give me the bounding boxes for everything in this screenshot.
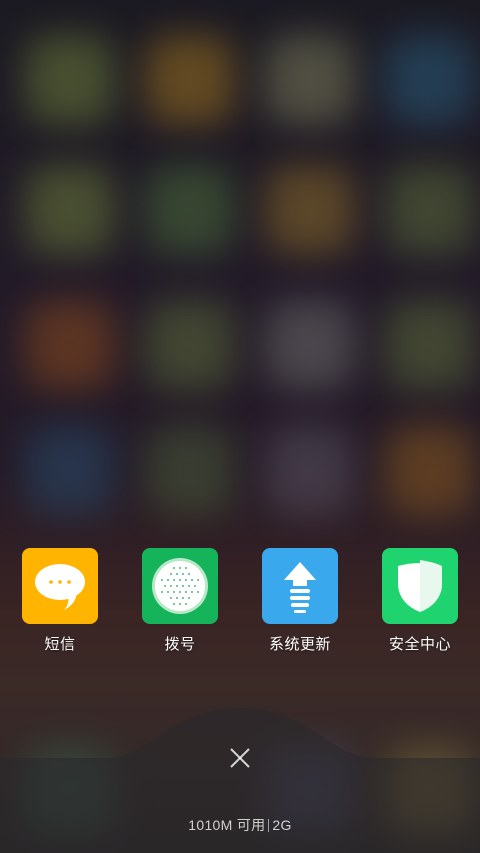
recent-apps-row: 短信 拨号 系统更新 安全中心 — [0, 548, 480, 658]
security-app-icon[interactable] — [382, 548, 458, 624]
security-app-label: 安全中心 — [388, 635, 451, 653]
dialer-app-label: 拨号 — [164, 635, 196, 653]
recent-app-dialer[interactable]: 拨号 — [120, 548, 240, 658]
sms-app-icon[interactable] — [22, 548, 98, 624]
updater-app-label: 系统更新 — [268, 635, 331, 653]
status-separator — [268, 819, 270, 832]
sms-app-label: 短信 — [44, 635, 76, 653]
upload-arrow-icon — [284, 562, 316, 613]
memory-status: 1010M 可用 2G — [0, 815, 480, 835]
recent-app-updater[interactable]: 系统更新 — [240, 548, 360, 658]
memory-available: 1010M 可用 — [188, 817, 266, 833]
shield-icon — [398, 560, 442, 612]
updater-app-icon[interactable] — [262, 548, 338, 624]
network-type: 2G — [272, 817, 292, 833]
recent-app-security[interactable]: 安全中心 — [360, 548, 480, 658]
dialer-app-icon[interactable] — [142, 548, 218, 624]
message-bubble-icon — [35, 564, 85, 610]
recent-app-sms[interactable]: 短信 — [0, 548, 120, 658]
dialpad-icon — [152, 558, 208, 614]
close-all-button[interactable] — [220, 738, 260, 778]
close-icon — [230, 748, 250, 768]
